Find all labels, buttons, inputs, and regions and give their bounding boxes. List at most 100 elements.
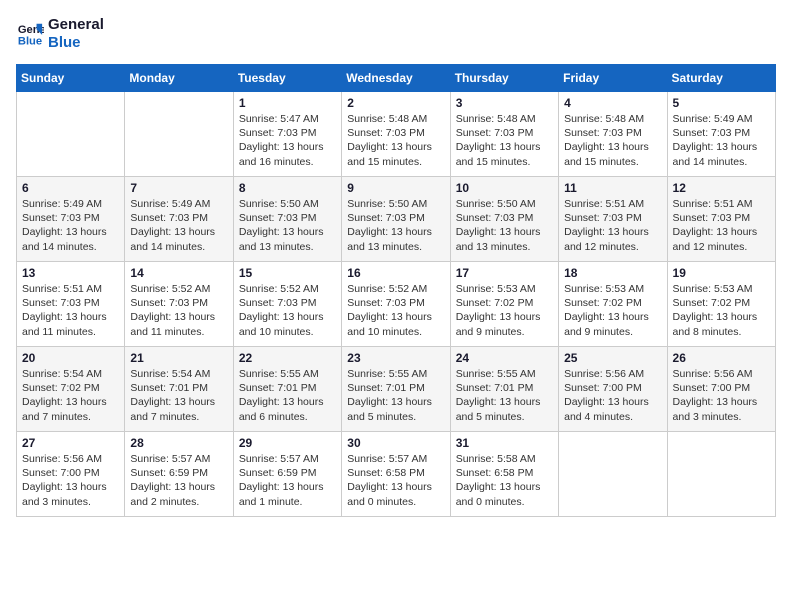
col-header-wednesday: Wednesday — [342, 65, 450, 92]
day-info: Sunrise: 5:50 AMSunset: 7:03 PMDaylight:… — [456, 197, 553, 254]
day-info: Sunrise: 5:48 AMSunset: 7:03 PMDaylight:… — [564, 112, 661, 169]
day-info: Sunrise: 5:55 AMSunset: 7:01 PMDaylight:… — [347, 367, 444, 424]
col-header-saturday: Saturday — [667, 65, 775, 92]
calendar-cell: 23 Sunrise: 5:55 AMSunset: 7:01 PMDayligh… — [342, 347, 450, 432]
logo-general: General — [48, 16, 104, 34]
calendar-cell: 15 Sunrise: 5:52 AMSunset: 7:03 PMDayligh… — [233, 262, 341, 347]
calendar-cell: 4 Sunrise: 5:48 AMSunset: 7:03 PMDaylight… — [559, 92, 667, 177]
day-number: 1 — [239, 96, 336, 110]
calendar-cell: 17Sunrise: 5:53 AMSunset: 7:02 PMDayligh… — [450, 262, 558, 347]
day-info: Sunrise: 5:52 AMSunset: 7:03 PMDaylight:… — [239, 282, 336, 339]
calendar-week-3: 13Sunrise: 5:51 AMSunset: 7:03 PMDayligh… — [17, 262, 776, 347]
calendar-cell: 26 Sunrise: 5:56 AMSunset: 7:00 PMDayligh… — [667, 347, 775, 432]
day-number: 10 — [456, 181, 553, 195]
day-info: Sunrise: 5:55 AMSunset: 7:01 PMDaylight:… — [456, 367, 553, 424]
col-header-sunday: Sunday — [17, 65, 125, 92]
day-number: 25 — [564, 351, 661, 365]
day-info: Sunrise: 5:57 AMSunset: 6:58 PMDaylight:… — [347, 452, 444, 509]
day-info: Sunrise: 5:53 AMSunset: 7:02 PMDaylight:… — [673, 282, 770, 339]
day-number: 7 — [130, 181, 227, 195]
calendar-cell: 28Sunrise: 5:57 AMSunset: 6:59 PMDayligh… — [125, 432, 233, 517]
day-number: 16 — [347, 266, 444, 280]
calendar-cell: 8 Sunrise: 5:50 AMSunset: 7:03 PMDaylight… — [233, 177, 341, 262]
calendar-week-2: 6Sunrise: 5:49 AMSunset: 7:03 PMDaylight… — [17, 177, 776, 262]
day-info: Sunrise: 5:51 AMSunset: 7:03 PMDaylight:… — [22, 282, 119, 339]
day-info: Sunrise: 5:58 AMSunset: 6:58 PMDaylight:… — [456, 452, 553, 509]
day-info: Sunrise: 5:52 AMSunset: 7:03 PMDaylight:… — [130, 282, 227, 339]
col-header-thursday: Thursday — [450, 65, 558, 92]
day-number: 12 — [673, 181, 770, 195]
day-info: Sunrise: 5:54 AMSunset: 7:01 PMDaylight:… — [130, 367, 227, 424]
day-info: Sunrise: 5:56 AMSunset: 7:00 PMDaylight:… — [22, 452, 119, 509]
calendar-cell: 10 Sunrise: 5:50 AMSunset: 7:03 PMDayligh… — [450, 177, 558, 262]
calendar-cell: 9 Sunrise: 5:50 AMSunset: 7:03 PMDaylight… — [342, 177, 450, 262]
day-number: 4 — [564, 96, 661, 110]
calendar-cell: 11 Sunrise: 5:51 AMSunset: 7:03 PMDayligh… — [559, 177, 667, 262]
calendar-cell: 6Sunrise: 5:49 AMSunset: 7:03 PMDaylight… — [17, 177, 125, 262]
day-number: 18 — [564, 266, 661, 280]
day-number: 19 — [673, 266, 770, 280]
day-info: Sunrise: 5:50 AMSunset: 7:03 PMDaylight:… — [347, 197, 444, 254]
day-number: 2 — [347, 96, 444, 110]
calendar-cell: 30 Sunrise: 5:57 AMSunset: 6:58 PMDayligh… — [342, 432, 450, 517]
day-info: Sunrise: 5:54 AMSunset: 7:02 PMDaylight:… — [22, 367, 119, 424]
day-number: 24 — [456, 351, 553, 365]
calendar-header-row: SundayMondayTuesdayWednesdayThursdayFrid… — [17, 65, 776, 92]
page-header: General Blue General Blue — [16, 16, 776, 52]
calendar-cell: 1 Sunrise: 5:47 AMSunset: 7:03 PMDaylight… — [233, 92, 341, 177]
day-number: 15 — [239, 266, 336, 280]
day-info: Sunrise: 5:56 AMSunset: 7:00 PMDaylight:… — [564, 367, 661, 424]
calendar-table: SundayMondayTuesdayWednesdayThursdayFrid… — [16, 64, 776, 517]
day-info: Sunrise: 5:49 AMSunset: 7:03 PMDaylight:… — [130, 197, 227, 254]
day-info: Sunrise: 5:51 AMSunset: 7:03 PMDaylight:… — [673, 197, 770, 254]
calendar-cell: 25 Sunrise: 5:56 AMSunset: 7:00 PMDayligh… — [559, 347, 667, 432]
col-header-friday: Friday — [559, 65, 667, 92]
day-number: 22 — [239, 351, 336, 365]
calendar-cell: 7 Sunrise: 5:49 AMSunset: 7:03 PMDaylight… — [125, 177, 233, 262]
day-number: 17 — [456, 266, 553, 280]
day-info: Sunrise: 5:49 AMSunset: 7:03 PMDaylight:… — [673, 112, 770, 169]
svg-text:Blue: Blue — [18, 35, 42, 47]
calendar-cell — [667, 432, 775, 517]
calendar-cell: 20 Sunrise: 5:54 AMSunset: 7:02 PMDayligh… — [17, 347, 125, 432]
day-number: 27 — [22, 436, 119, 450]
day-info: Sunrise: 5:50 AMSunset: 7:03 PMDaylight:… — [239, 197, 336, 254]
day-info: Sunrise: 5:52 AMSunset: 7:03 PMDaylight:… — [347, 282, 444, 339]
calendar-cell: 27 Sunrise: 5:56 AMSunset: 7:00 PMDayligh… — [17, 432, 125, 517]
day-number: 14 — [130, 266, 227, 280]
day-info: Sunrise: 5:53 AMSunset: 7:02 PMDaylight:… — [564, 282, 661, 339]
calendar-week-4: 20 Sunrise: 5:54 AMSunset: 7:02 PMDayligh… — [17, 347, 776, 432]
calendar-cell: 22 Sunrise: 5:55 AMSunset: 7:01 PMDayligh… — [233, 347, 341, 432]
calendar-cell: 16 Sunrise: 5:52 AMSunset: 7:03 PMDayligh… — [342, 262, 450, 347]
calendar-cell — [559, 432, 667, 517]
calendar-cell: 13Sunrise: 5:51 AMSunset: 7:03 PMDayligh… — [17, 262, 125, 347]
col-header-tuesday: Tuesday — [233, 65, 341, 92]
day-number: 29 — [239, 436, 336, 450]
day-info: Sunrise: 5:48 AMSunset: 7:03 PMDaylight:… — [456, 112, 553, 169]
day-info: Sunrise: 5:55 AMSunset: 7:01 PMDaylight:… — [239, 367, 336, 424]
calendar-cell: 14 Sunrise: 5:52 AMSunset: 7:03 PMDayligh… — [125, 262, 233, 347]
day-info: Sunrise: 5:51 AMSunset: 7:03 PMDaylight:… — [564, 197, 661, 254]
logo-blue: Blue — [48, 34, 104, 52]
day-info: Sunrise: 5:49 AMSunset: 7:03 PMDaylight:… — [22, 197, 119, 254]
calendar-cell: 31Sunrise: 5:58 AMSunset: 6:58 PMDayligh… — [450, 432, 558, 517]
logo: General Blue General Blue — [16, 16, 104, 52]
day-number: 26 — [673, 351, 770, 365]
calendar-cell: 29Sunrise: 5:57 AMSunset: 6:59 PMDayligh… — [233, 432, 341, 517]
calendar-cell: 3Sunrise: 5:48 AMSunset: 7:03 PMDaylight… — [450, 92, 558, 177]
day-info: Sunrise: 5:56 AMSunset: 7:00 PMDaylight:… — [673, 367, 770, 424]
day-number: 8 — [239, 181, 336, 195]
day-number: 21 — [130, 351, 227, 365]
calendar-cell: 19 Sunrise: 5:53 AMSunset: 7:02 PMDayligh… — [667, 262, 775, 347]
day-number: 23 — [347, 351, 444, 365]
day-number: 28 — [130, 436, 227, 450]
day-number: 30 — [347, 436, 444, 450]
day-number: 9 — [347, 181, 444, 195]
calendar-cell: 5Sunrise: 5:49 AMSunset: 7:03 PMDaylight… — [667, 92, 775, 177]
day-number: 11 — [564, 181, 661, 195]
calendar-cell: 18 Sunrise: 5:53 AMSunset: 7:02 PMDayligh… — [559, 262, 667, 347]
calendar-cell — [125, 92, 233, 177]
day-info: Sunrise: 5:47 AMSunset: 7:03 PMDaylight:… — [239, 112, 336, 169]
calendar-week-1: 1 Sunrise: 5:47 AMSunset: 7:03 PMDaylight… — [17, 92, 776, 177]
day-number: 20 — [22, 351, 119, 365]
